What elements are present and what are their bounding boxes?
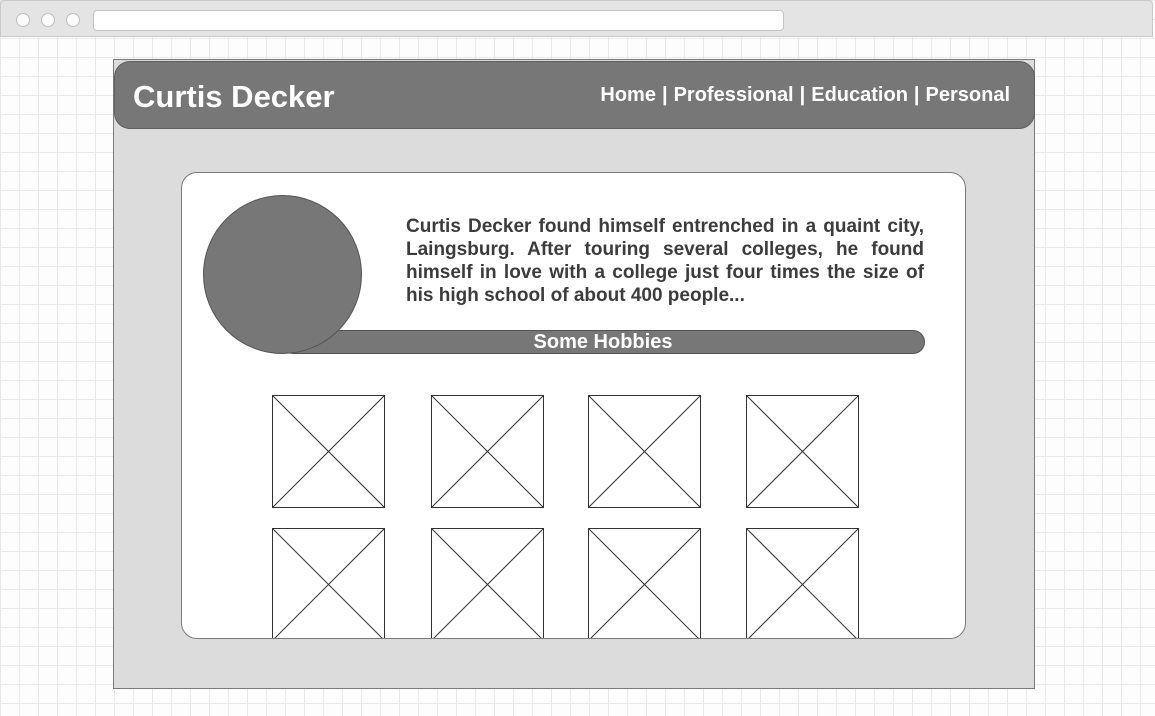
nav-link-personal[interactable]: Personal [926,83,1010,107]
page-container: Curtis Decker Home | Professional | Educ… [113,59,1035,689]
profile-avatar [203,195,362,354]
nav-separator: | [913,84,920,106]
hobby-image-placeholder-icon[interactable] [588,528,701,639]
window-minimize-dot[interactable] [41,13,55,27]
nav-separator: | [661,84,668,106]
address-bar[interactable] [93,10,784,31]
hobbies-title: Some Hobbies [533,331,673,353]
hobby-image-placeholder-icon[interactable] [431,528,544,639]
hobby-image-placeholder-icon[interactable] [431,395,544,508]
window-close-dot[interactable] [16,13,30,27]
nav-separator: | [799,84,806,106]
nav-link-education[interactable]: Education [811,83,908,107]
hobby-image-placeholder-icon[interactable] [588,395,701,508]
main-nav: Home | Professional | Education | Person… [600,83,1010,107]
nav-link-professional[interactable]: Professional [674,83,794,107]
site-title: Curtis Decker [133,79,335,114]
nav-link-home[interactable]: Home [600,83,656,107]
hobby-image-placeholder-icon[interactable] [272,528,385,639]
hobby-image-placeholder-icon[interactable] [746,528,859,639]
browser-chrome [0,0,1153,37]
window-maximize-dot[interactable] [66,13,80,27]
site-header: Curtis Decker Home | Professional | Educ… [114,61,1035,129]
hobby-image-placeholder-icon[interactable] [272,395,385,508]
content-card: Some Hobbies Curtis Decker found himself… [181,172,966,639]
hobby-image-placeholder-icon[interactable] [746,395,859,508]
hobbies-header-bar: Some Hobbies [281,330,925,354]
profile-bio: Curtis Decker found himself entrenched i… [406,216,924,306]
